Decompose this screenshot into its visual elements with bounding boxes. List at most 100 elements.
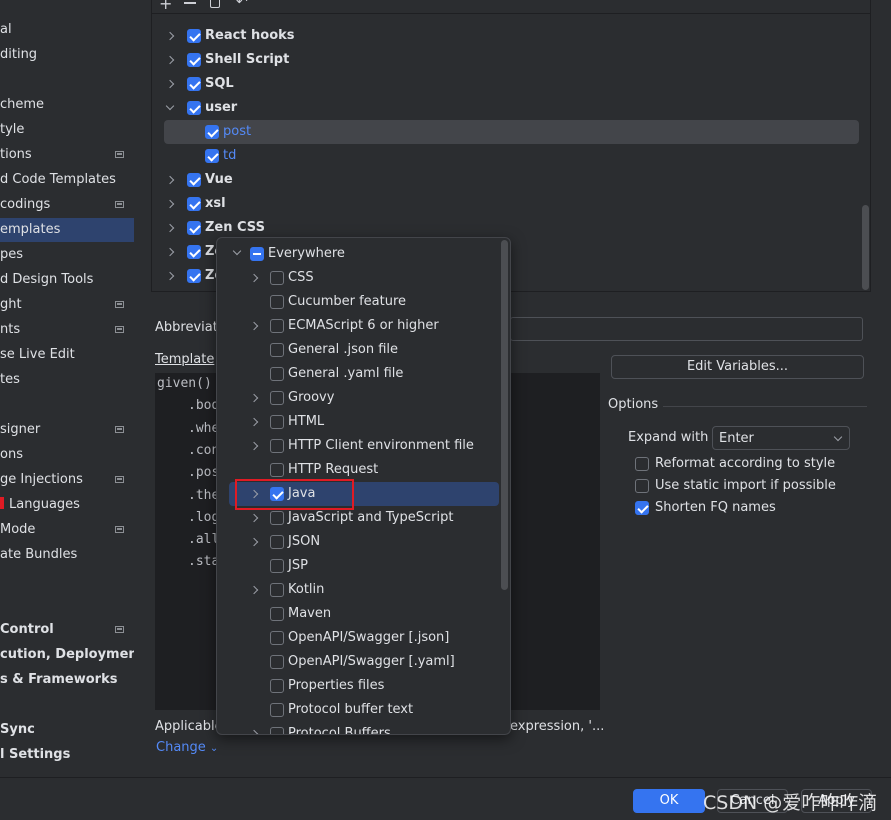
chevron-right-icon[interactable] (249, 417, 259, 427)
sidebar-item[interactable]: Control (0, 618, 134, 642)
option-label[interactable]: Reformat according to style (655, 456, 835, 471)
sidebar-item[interactable]: tions (0, 143, 134, 167)
sidebar-item[interactable] (0, 68, 134, 92)
sidebar-item[interactable]: pes (0, 243, 134, 267)
chevron-right-icon[interactable] (249, 537, 259, 547)
tree-row-label[interactable]: Vue (205, 168, 233, 192)
option-checkbox[interactable] (635, 457, 649, 471)
chevron-right-icon[interactable] (249, 513, 259, 523)
context-checkbox[interactable] (270, 655, 284, 669)
sidebar-item[interactable]: ght (0, 293, 134, 317)
chevron-down-icon[interactable] (232, 246, 242, 256)
tree-checkbox[interactable] (187, 245, 201, 259)
sidebar-item[interactable]: emplates (0, 218, 134, 242)
abbreviation-input[interactable] (510, 317, 863, 341)
context-checkbox[interactable] (270, 679, 284, 693)
context-label[interactable]: Groovy (288, 386, 334, 410)
context-checkbox[interactable] (270, 415, 284, 429)
sidebar-item[interactable]: diting (0, 43, 134, 67)
context-label[interactable]: General .yaml file (288, 362, 403, 386)
expand-with-dropdown[interactable]: Enter (712, 426, 850, 450)
sidebar-item[interactable]: codings (0, 193, 134, 217)
context-checkbox[interactable] (270, 463, 284, 477)
sidebar-item[interactable]: cheme (0, 93, 134, 117)
chevron-right-icon[interactable] (165, 55, 175, 65)
sidebar-item[interactable]: nts (0, 318, 134, 342)
sidebar-item[interactable]: tyle (0, 118, 134, 142)
context-label[interactable]: ECMAScript 6 or higher (288, 314, 439, 338)
chevron-right-icon[interactable] (165, 79, 175, 89)
option-label[interactable]: Shorten FQ names (655, 500, 776, 515)
chevron-right-icon[interactable] (165, 271, 175, 281)
context-checkbox[interactable] (270, 319, 284, 333)
chevron-right-icon[interactable] (165, 199, 175, 209)
sidebar-item[interactable]: signer (0, 418, 134, 442)
tree-checkbox[interactable] (205, 149, 219, 163)
context-checkbox[interactable] (270, 367, 284, 381)
context-label[interactable]: JSON (288, 530, 320, 554)
context-label[interactable]: Cucumber feature (288, 290, 406, 314)
sidebar-item[interactable]: Mode (0, 518, 134, 542)
tree-checkbox[interactable] (187, 53, 201, 67)
tree-row-label[interactable]: td (223, 144, 236, 168)
context-checkbox[interactable] (270, 703, 284, 717)
tree-checkbox[interactable] (187, 221, 201, 235)
change-link[interactable]: Change ⌄ (156, 740, 218, 755)
option-checkbox[interactable] (635, 501, 649, 515)
sidebar-item[interactable]: cution, Deployment (0, 643, 134, 667)
chevron-right-icon[interactable] (165, 223, 175, 233)
context-checkbox[interactable] (270, 391, 284, 405)
context-checkbox[interactable] (270, 271, 284, 285)
sidebar-item[interactable] (0, 693, 134, 717)
tree-checkbox[interactable] (187, 269, 201, 283)
context-checkbox[interactable] (270, 535, 284, 549)
chevron-right-icon[interactable] (249, 321, 259, 331)
context-label[interactable]: Kotlin (288, 578, 324, 602)
tree-row-label[interactable]: user (205, 96, 237, 120)
chevron-right-icon[interactable] (249, 441, 259, 451)
sidebar-item[interactable] (0, 593, 134, 617)
tree-checkbox[interactable] (187, 29, 201, 43)
tree-row-label[interactable]: React hooks (205, 24, 295, 48)
tree-scrollbar[interactable] (862, 205, 869, 290)
tree-row-label[interactable]: SQL (205, 72, 234, 96)
chevron-right-icon[interactable] (249, 729, 259, 734)
popup-scrollbar[interactable] (501, 240, 508, 590)
context-label[interactable]: Protocol buffer text (288, 698, 413, 722)
context-checkbox[interactable] (270, 583, 284, 597)
sidebar-item[interactable]: l Settings (0, 743, 134, 767)
context-label[interactable]: Protocol Buffers (288, 722, 391, 734)
chevron-down-icon[interactable] (165, 101, 175, 111)
tree-checkbox[interactable] (187, 173, 201, 187)
context-label[interactable]: CSS (288, 266, 314, 290)
sidebar-item[interactable]: ate Bundles (0, 543, 134, 567)
chevron-right-icon[interactable] (165, 247, 175, 257)
sidebar-item[interactable]: Sync (0, 718, 134, 742)
context-checkbox[interactable] (270, 559, 284, 573)
context-label[interactable]: OpenAPI/Swagger [.yaml] (288, 650, 455, 674)
context-label[interactable]: General .json file (288, 338, 398, 362)
tree-row-label[interactable]: post (223, 120, 251, 144)
tree-row-label[interactable]: Shell Script (205, 48, 289, 72)
sidebar-item[interactable] (0, 393, 134, 417)
option-label[interactable]: Use static import if possible (655, 478, 836, 493)
tree-row-label[interactable]: xsl (205, 192, 226, 216)
sidebar-item[interactable]: d Code Templates (0, 168, 134, 192)
context-label[interactable]: Maven (288, 602, 331, 626)
sidebar-item[interactable] (0, 568, 134, 592)
context-label[interactable]: JSP (288, 554, 308, 578)
context-label[interactable]: HTML (288, 410, 324, 434)
context-checkbox[interactable] (270, 511, 284, 525)
tree-checkbox[interactable] (205, 125, 219, 139)
chevron-right-icon[interactable] (165, 175, 175, 185)
context-checkbox[interactable] (270, 295, 284, 309)
context-checkbox[interactable] (270, 439, 284, 453)
context-label[interactable]: HTTP Client environment file (288, 434, 474, 458)
context-label[interactable]: OpenAPI/Swagger [.json] (288, 626, 449, 650)
ok-button[interactable]: OK (633, 789, 705, 813)
tree-checkbox[interactable] (187, 197, 201, 211)
context-checkbox[interactable] (270, 631, 284, 645)
chevron-right-icon[interactable] (165, 31, 175, 41)
context-checkbox[interactable] (270, 727, 284, 734)
chevron-right-icon[interactable] (249, 393, 259, 403)
